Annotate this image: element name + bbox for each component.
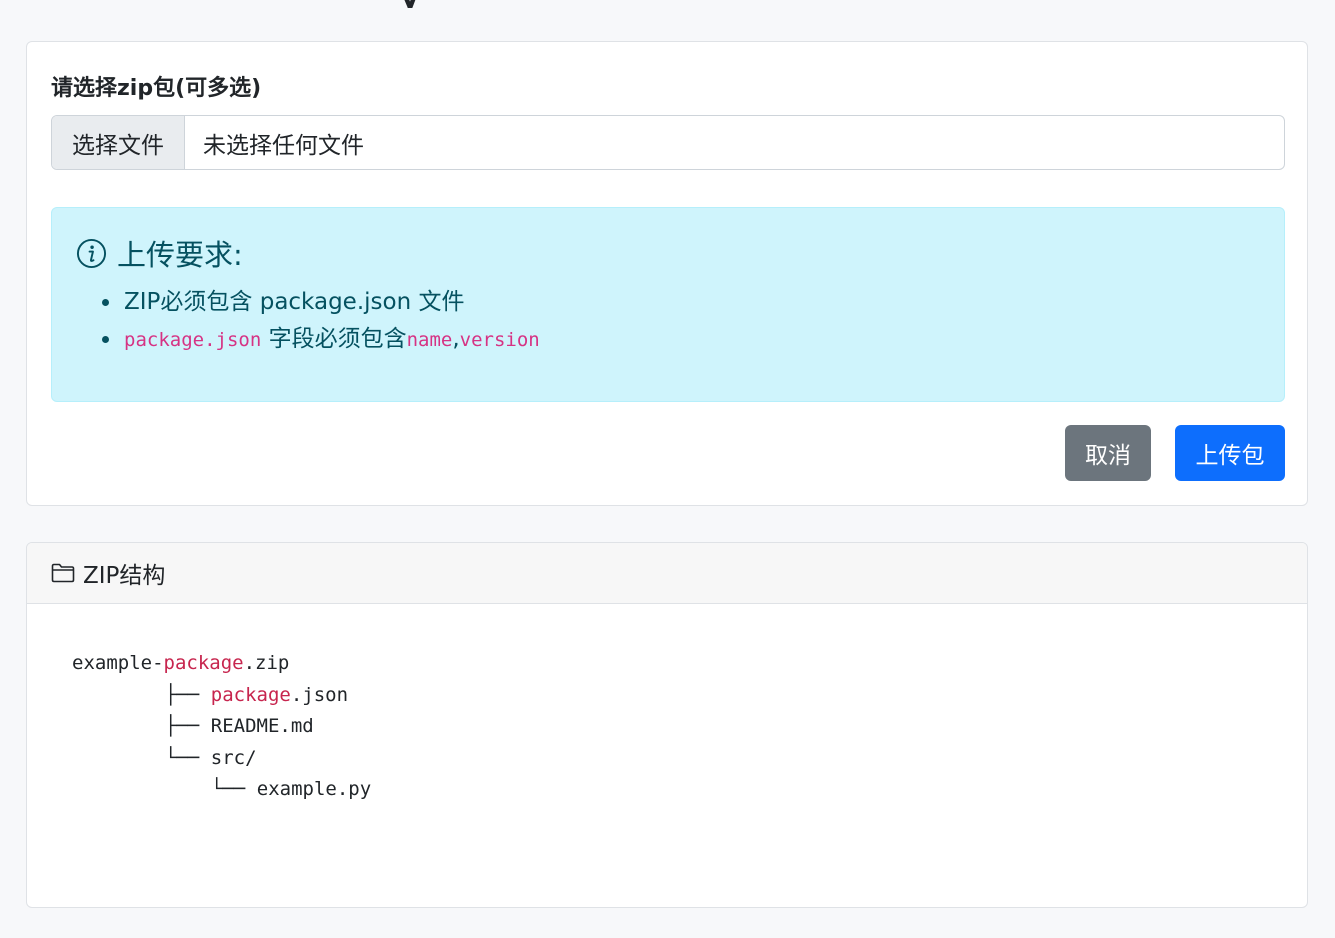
upload-button[interactable]: 上传包: [1175, 425, 1285, 481]
zip-structure-header: ZIP结构: [27, 543, 1307, 604]
code-package-json: package.json: [124, 329, 262, 351]
tree-line-example-py: └── example.py: [211, 778, 372, 800]
tree-keyword: package: [163, 652, 244, 674]
tree-line-package-json: ├── package.json: [72, 680, 371, 712]
tree-line-root: example-package.zip: [72, 648, 371, 680]
zip-tree: example-package.zip ├── package.json ├──…: [72, 648, 371, 806]
folder-icon: [51, 563, 75, 583]
code-version: version: [459, 329, 540, 351]
file-status-text: 未选择任何文件: [203, 132, 364, 159]
page-title-fragment: y: [400, 0, 480, 8]
tree-text: example-: [72, 652, 164, 674]
code-name: name: [406, 329, 453, 351]
upload-card: 请选择zip包(可多选) 选择文件 未选择任何文件 上传要求: ZIP必须包含 …: [26, 41, 1308, 506]
tree-text: ├──: [165, 683, 211, 706]
choose-file-button[interactable]: 选择文件: [52, 116, 185, 169]
upload-requirements-alert: 上传要求: ZIP必须包含 package.json 文件 package.js…: [51, 207, 1285, 402]
requirements-list: ZIP必须包含 package.json 文件 package.json 字段必…: [100, 284, 540, 359]
alert-heading: 上传要求:: [76, 232, 243, 274]
file-input[interactable]: 选择文件 未选择任何文件: [51, 115, 1285, 170]
requirement-text: ZIP必须包含 package.json 文件: [124, 289, 465, 315]
zip-structure-title: ZIP结构: [83, 563, 166, 589]
alert-title: 上传要求:: [117, 238, 243, 272]
tree-text: .zip: [243, 652, 290, 674]
tree-line-readme: ├── README.md: [165, 715, 314, 737]
file-input-label: 请选择zip包(可多选): [51, 76, 262, 101]
requirement-text: 字段必须包含: [268, 326, 407, 352]
requirement-item: ZIP必须包含 package.json 文件: [100, 284, 540, 321]
requirement-item: package.json 字段必须包含name,version: [100, 321, 540, 359]
tree-keyword: package: [210, 683, 291, 706]
tree-text: .json: [290, 683, 349, 706]
tree-line-src: └── src/: [165, 746, 257, 769]
info-circle-icon: [76, 238, 107, 268]
cancel-button[interactable]: 取消: [1065, 425, 1151, 481]
separator: ,: [452, 326, 460, 352]
zip-structure-card: ZIP结构 example-package.zip ├── package.js…: [26, 542, 1308, 908]
